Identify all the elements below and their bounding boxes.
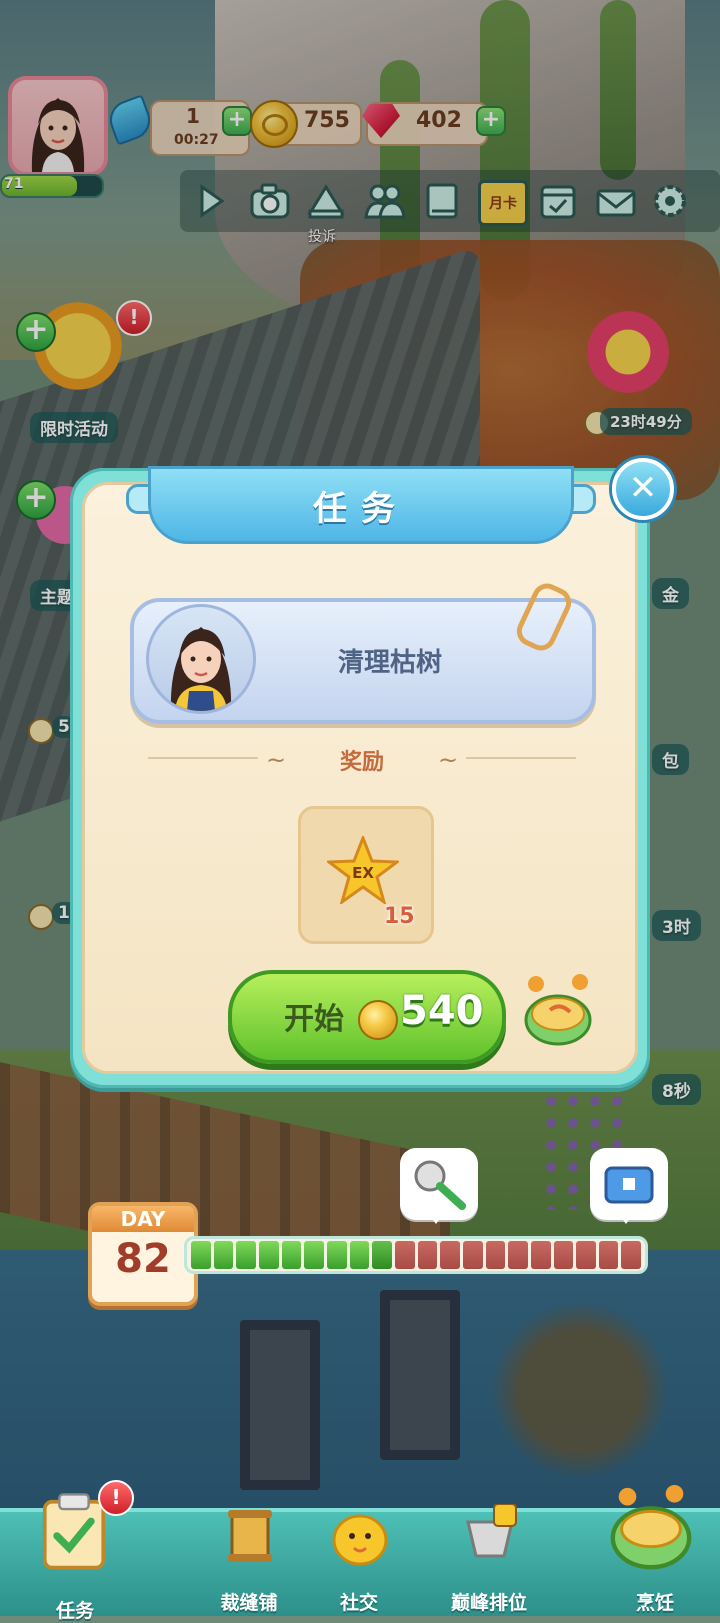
reward-header: ~ 奖励 ~ <box>148 744 576 775</box>
nav-ranking[interactable]: 巅峰排位 <box>424 1500 554 1614</box>
reward-header-label: 奖励 <box>339 750 384 775</box>
dialog-title: 任务 <box>148 466 574 544</box>
day-progress-segment <box>440 1241 460 1269</box>
day-progress-segment <box>281 1241 302 1269</box>
day-label: DAY <box>92 1206 194 1232</box>
nav-tasks[interactable]: ! 任务 <box>10 1480 140 1622</box>
tool-bubble-ladle[interactable] <box>400 1148 478 1224</box>
cooking-pot-icon <box>524 974 592 1046</box>
ex-star-icon: EX <box>327 836 399 904</box>
day-progress-segment <box>576 1241 596 1269</box>
day-progress-segment <box>304 1241 324 1269</box>
day-progress-segment <box>621 1241 642 1269</box>
coin-icon <box>358 1000 398 1040</box>
start-cost: 540 <box>400 988 484 1034</box>
start-label: 开始 <box>284 1002 344 1037</box>
day-progress-segment <box>191 1241 211 1269</box>
day-progress-segment <box>258 1241 279 1269</box>
day-progress-segment <box>213 1241 234 1269</box>
nav-cooking-label: 烹饪 <box>635 1592 674 1614</box>
task-name: 清理枯树 <box>337 648 442 678</box>
day-counter-badge: DAY 82 <box>88 1202 198 1306</box>
day-progress-segment <box>553 1241 574 1269</box>
trophy-locked-icon <box>466 1504 517 1558</box>
day-progress-track <box>184 1236 648 1274</box>
chick-face-icon <box>332 1514 388 1566</box>
day-progress-segment <box>530 1241 551 1269</box>
day-progress-segment <box>485 1241 506 1269</box>
nav-social[interactable]: 社交 <box>294 1500 424 1614</box>
day-number: 82 <box>115 1236 171 1282</box>
task-character-portrait <box>146 604 256 714</box>
day-progress-segment <box>394 1241 415 1269</box>
nav-cooking[interactable]: 烹饪 <box>590 1484 720 1614</box>
treasure-box-icon <box>604 1166 654 1204</box>
start-task-button[interactable]: 开始 540 <box>228 970 506 1064</box>
reward-item-count: 15 <box>384 904 415 929</box>
reward-item-label: EX <box>352 864 374 882</box>
thread-spool-icon <box>228 1510 272 1562</box>
day-progress-segment <box>326 1241 347 1269</box>
nav-social-label: 社交 <box>339 1592 378 1614</box>
nav-tasks-label: 任务 <box>55 1600 94 1622</box>
day-progress-segment <box>598 1241 619 1269</box>
day-progress-segment <box>349 1241 370 1269</box>
day-progress-segment <box>417 1241 438 1269</box>
day-progress-segment <box>236 1241 256 1269</box>
ladle-icon <box>414 1160 466 1210</box>
day-progress-segment <box>462 1241 483 1269</box>
tool-bubble-chest[interactable] <box>590 1148 668 1224</box>
cooking-pot-icon <box>610 1484 692 1570</box>
nav-ranking-label: 巅峰排位 <box>450 1592 527 1614</box>
day-progress-segment <box>372 1241 392 1269</box>
tasks-alert-badge: ! <box>98 1480 134 1516</box>
day-progress-segment <box>508 1241 528 1269</box>
close-dialog-button[interactable]: ✕ <box>612 458 674 520</box>
